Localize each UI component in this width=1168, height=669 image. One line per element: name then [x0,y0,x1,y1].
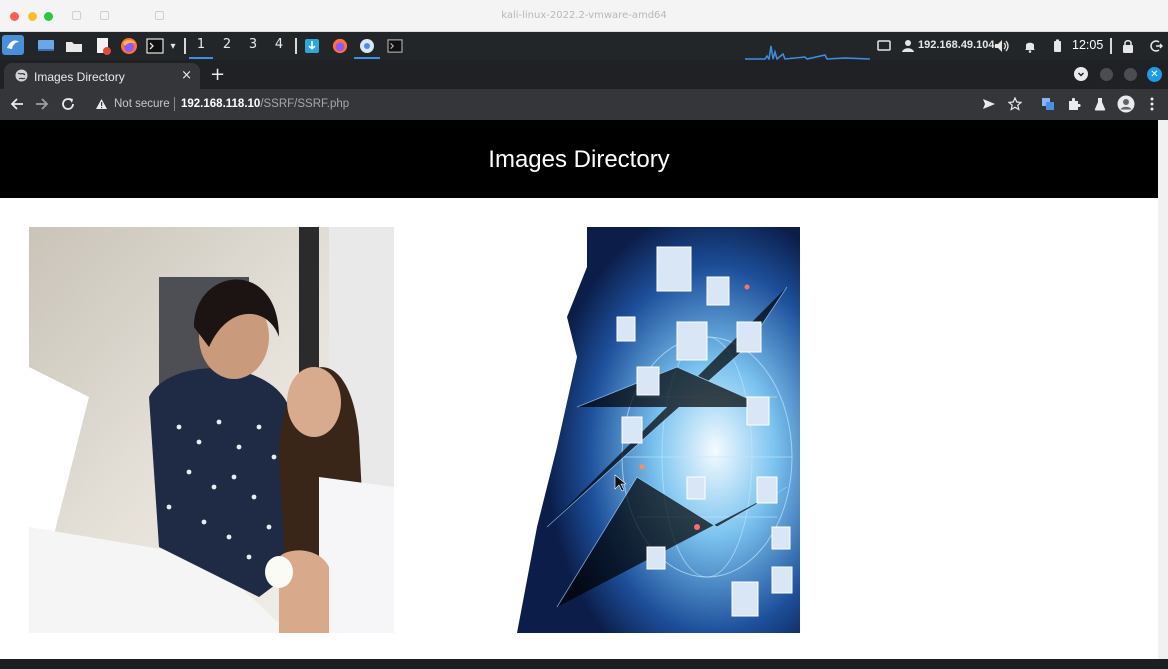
warning-icon[interactable] [94,95,108,113]
system-panel: ▾ 1 2 3 4 192.168.49.104 12:05 [0,32,1168,60]
security-status[interactable]: Not secure [114,98,170,110]
menu-kebab-icon[interactable] [1145,95,1159,113]
workspace-4[interactable]: 4 [269,37,289,52]
clock[interactable]: 12:05 [1072,38,1103,52]
labs-flask-icon[interactable] [1091,95,1109,113]
lock-screen-icon[interactable] [1120,36,1136,56]
back-arrow-icon[interactable] [8,95,26,113]
url-host: 192.168.118.10 [181,98,261,110]
network-graph-icon [745,45,870,60]
ip-address: 192.168.49.104 [918,39,995,51]
file-manager-icon[interactable] [64,36,84,56]
app-task-icon[interactable] [303,36,321,56]
network-user-icon[interactable] [900,36,916,56]
kali-menu-icon[interactable] [2,35,24,55]
window-title: kali-linux-2022.2-vmware-amd64 [501,10,667,21]
maximize-browser-button[interactable] [1124,68,1137,81]
volume-icon[interactable] [993,36,1011,56]
bookmark-star-icon[interactable] [1006,95,1024,113]
active-task-indicator [354,57,380,59]
url-path: /SSRF/SSRF.php [260,98,350,110]
workspace-1[interactable]: 1 [191,37,211,52]
close-browser-icon[interactable]: ✕ [1147,67,1162,82]
page-scrollbar[interactable] [1158,120,1168,659]
battery-icon[interactable] [1050,36,1064,56]
firefox-icon[interactable] [119,36,139,56]
page-content: Images Directory [0,120,1168,659]
browser-toolbar: Not secure 192.168.118.10/SSRF/SSRF.php [0,89,1168,120]
logout-icon[interactable] [1148,36,1164,56]
browser-tab-strip: Images Directory × + ✕ [0,60,1168,89]
network-faces-globe-photo[interactable] [517,227,800,633]
new-tab-button[interactable]: + [210,64,225,85]
notifications-bell-icon[interactable] [1022,36,1038,56]
chevron-down-icon[interactable]: ▾ [166,36,180,56]
address-bar[interactable]: 192.168.118.10/SSRF/SSRF.php [181,98,349,110]
extensions-puzzle-icon[interactable] [1065,95,1083,113]
globe-icon [15,69,28,85]
profile-avatar-icon[interactable] [1117,95,1135,113]
firefox-task-icon[interactable] [331,36,349,56]
active-workspace-indicator [189,57,213,59]
terminal-task-icon[interactable] [386,36,404,56]
bottom-border [0,659,1168,669]
display-icon[interactable] [876,36,892,56]
reload-icon[interactable] [59,95,77,113]
tab-search-button[interactable] [1074,67,1088,81]
chrome-task-icon[interactable] [358,36,376,56]
workspace-2[interactable]: 2 [217,37,237,52]
tab-images-directory[interactable]: Images Directory × [4,63,200,89]
page-title: Images Directory [488,146,670,173]
window-title-bar: kali-linux-2022.2-vmware-amd64 [0,0,1168,32]
minimize-browser-button[interactable] [1100,68,1113,81]
text-editor-icon[interactable] [93,36,113,56]
translate-extension-icon[interactable] [1039,95,1057,113]
close-tab-icon[interactable]: × [181,68,192,83]
send-icon[interactable] [980,95,998,113]
workspace-3[interactable]: 3 [243,37,263,52]
page-header: Images Directory [0,120,1158,198]
two-women-office-photo[interactable] [29,227,394,633]
show-desktop-icon[interactable] [36,36,56,56]
terminal-icon[interactable] [145,36,165,56]
tab-title: Images Directory [34,70,125,84]
forward-arrow-icon[interactable] [33,95,51,113]
